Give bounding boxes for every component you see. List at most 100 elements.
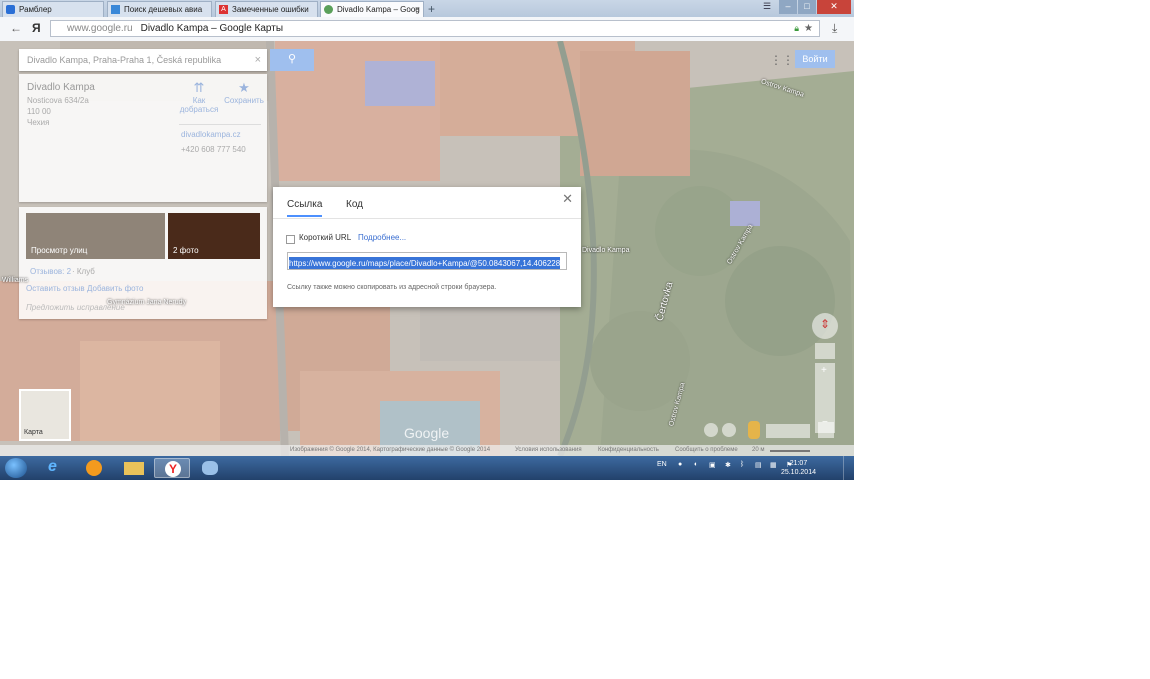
place-postcode: 110 00 xyxy=(27,107,51,116)
search-value: Divadlo Kampa, Praha-Praha 1, Česká repu… xyxy=(27,55,222,65)
media-player-icon[interactable] xyxy=(76,458,112,478)
tilt-button[interactable] xyxy=(815,343,835,359)
bluetooth-icon[interactable]: ᛒ xyxy=(740,461,744,468)
map-view-toggle[interactable]: Карта xyxy=(19,389,71,441)
tab-google-maps[interactable]: Divadlo Kampa – Goog × xyxy=(320,1,424,17)
media-player-glyph xyxy=(86,460,102,476)
maximize-icon[interactable]: □ xyxy=(798,0,816,14)
terms-link[interactable]: Условия использования xyxy=(515,445,582,456)
settings-gear-icon[interactable] xyxy=(722,423,736,437)
short-url-checkbox[interactable] xyxy=(286,235,295,244)
street-view-label: Просмотр улиц xyxy=(31,246,88,255)
url-host: www.google.ru xyxy=(67,23,133,34)
clock-time: 21:07 xyxy=(789,460,808,467)
close-dialog-icon[interactable]: ✕ xyxy=(562,191,573,207)
address-bar: ← Я www.google.ru Divadlo Kampa – Google … xyxy=(0,17,854,42)
ie-icon[interactable]: e xyxy=(38,458,74,478)
directions-button[interactable]: ⇈ Как добраться xyxy=(179,80,219,114)
close-window-icon[interactable]: ✕ xyxy=(817,0,851,14)
tab-code[interactable]: Код xyxy=(346,199,363,210)
yandex-browser-icon[interactable]: Y xyxy=(154,458,190,478)
imagery-thumbnails[interactable] xyxy=(766,424,810,438)
directions-icon: ⇈ xyxy=(193,80,205,95)
new-tab-button[interactable]: + xyxy=(428,2,435,16)
tab-link[interactable]: Ссылка xyxy=(287,199,323,217)
lock-icon: 🔒︎ xyxy=(794,23,799,33)
report-problem-link[interactable]: Сообщить о проблеме xyxy=(675,445,738,456)
url-field[interactable]: www.google.ru Divadlo Kampa – Google Карт… xyxy=(50,20,820,37)
short-url-label: Короткий URL xyxy=(299,233,352,242)
share-hint: Ссылку также можно скопировать из адресн… xyxy=(287,284,497,291)
dialog-divider xyxy=(273,218,581,219)
search-input[interactable]: Divadlo Kampa, Praha-Praha 1, Česká repu… xyxy=(19,49,267,71)
share-dialog: ✕ Ссылка Код Короткий URL Подробнее... h… xyxy=(273,187,581,307)
help-icon[interactable] xyxy=(704,423,718,437)
compass-control[interactable]: ⇕ xyxy=(812,313,838,339)
tray-icon-3[interactable]: ✱ xyxy=(725,461,731,469)
divider xyxy=(179,124,261,125)
back-icon[interactable]: ← xyxy=(10,21,22,35)
paint-glyph xyxy=(202,461,218,475)
minimap-label: Карта xyxy=(24,429,43,436)
signin-button[interactable]: Войти xyxy=(795,50,835,68)
paint-icon[interactable] xyxy=(192,458,228,478)
share-url-field[interactable]: https://www.google.ru/maps/place/Divadlo… xyxy=(287,252,567,270)
place-country: Чехия xyxy=(27,118,50,127)
expand-icon[interactable] xyxy=(818,422,834,438)
clear-search-icon[interactable]: × xyxy=(255,49,261,71)
tray-icon-1[interactable]: ● xyxy=(678,461,682,468)
menu-icon[interactable]: ☰ xyxy=(758,0,776,14)
tab-label: Рамблер xyxy=(19,5,52,14)
tab-label: Поиск дешевых авиа xyxy=(124,5,203,14)
share-url-value: https://www.google.ru/maps/place/Divadlo… xyxy=(289,257,561,269)
tab-rambler[interactable]: Рамблер xyxy=(2,1,104,17)
map-canvas[interactable]: Divadlo Kampa, Praha-Praha 1, Česká repu… xyxy=(0,41,854,456)
pegman-icon[interactable] xyxy=(748,421,760,439)
map-label-williams: Williams xyxy=(2,277,29,284)
download-icon[interactable]: ⤓ xyxy=(832,21,837,36)
tray-icon-4[interactable]: ▤ xyxy=(755,461,762,469)
ie-glyph: e xyxy=(48,458,57,475)
error-report-icon: A xyxy=(219,5,228,14)
google-logo: Google xyxy=(404,425,450,441)
clock-date: 25.10.2014 xyxy=(780,469,816,476)
search-button[interactable]: ⚲ xyxy=(270,49,314,71)
map-footer: Изображения © Google 2014, Картографичес… xyxy=(0,445,854,456)
system-clock[interactable]: 21:07 25.10.2014 xyxy=(781,459,816,477)
yandex-icon[interactable]: Я xyxy=(32,21,41,35)
privacy-link[interactable]: Конфиденциальность xyxy=(598,445,659,456)
google-maps-icon xyxy=(324,5,333,14)
minimize-icon[interactable]: – xyxy=(779,0,797,14)
reviews-link[interactable]: Отзывов: 2 xyxy=(30,267,71,276)
show-desktop-button[interactable] xyxy=(843,456,854,480)
place-card: Divadlo Kampa Nosticova 634/2a 110 00 Че… xyxy=(19,74,267,202)
browser-tab-bar: Рамблер Поиск дешевых авиа A Замеченные … xyxy=(0,0,854,17)
explorer-icon[interactable] xyxy=(116,458,152,478)
place-category: · Клуб xyxy=(72,267,95,276)
scale-label: 20 м xyxy=(752,447,765,453)
folder-glyph xyxy=(124,462,144,475)
website-link[interactable]: divadlokampa.cz xyxy=(181,130,241,139)
language-indicator[interactable]: EN xyxy=(657,461,667,468)
star-icon[interactable]: ★ xyxy=(804,21,813,36)
tab-errors[interactable]: A Замеченные ошибки xyxy=(215,1,318,17)
directions-label: Как добраться xyxy=(179,96,219,114)
tray-icon-2[interactable]: ◐ xyxy=(694,461,698,468)
add-photo-link[interactable]: Добавить фото xyxy=(87,284,143,293)
search-icon: ⚲ xyxy=(287,53,297,65)
start-button[interactable] xyxy=(5,458,27,478)
yandex-glyph: Y xyxy=(165,461,181,477)
photos-thumbnail[interactable]: 2 фото xyxy=(168,213,260,259)
street-view-thumbnail[interactable]: Просмотр улиц xyxy=(26,213,165,259)
zoom-in-icon[interactable]: + xyxy=(821,365,827,376)
url-title: Divadlo Kampa – Google Карты xyxy=(140,23,284,34)
network-icon[interactable]: ▦ xyxy=(770,461,777,469)
save-button[interactable]: ★ Сохранить xyxy=(224,80,264,105)
tab-avia-search[interactable]: Поиск дешевых авиа xyxy=(107,1,212,17)
taskbar: e Y EN ● ◐ ▣ ✱ ᛒ ▤ ▦ ⚑ 21:07 25.10.2014 xyxy=(0,456,854,480)
more-info-link[interactable]: Подробнее... xyxy=(358,233,406,242)
flag-icon[interactable]: ▣ xyxy=(709,461,716,469)
close-tab-icon[interactable]: × xyxy=(415,2,420,17)
scale-bar xyxy=(770,450,810,452)
leave-review-link[interactable]: Оставить отзыв xyxy=(26,284,85,293)
